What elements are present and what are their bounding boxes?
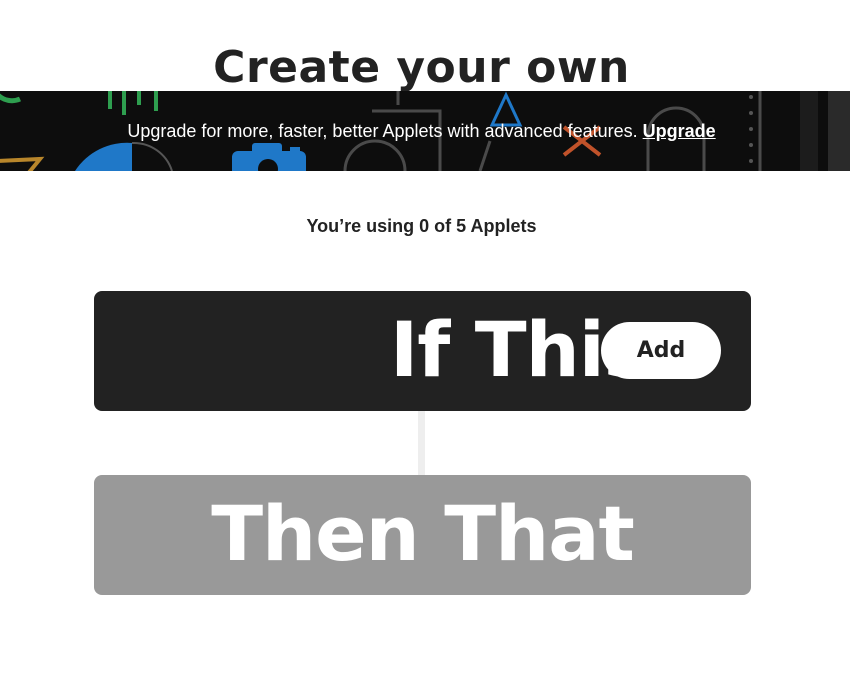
add-trigger-button[interactable]: Add bbox=[601, 322, 721, 379]
if-this-block[interactable]: If This Add bbox=[94, 291, 751, 411]
applet-usage-text: You’re using 0 of 5 Applets bbox=[306, 216, 537, 236]
connector-line bbox=[418, 411, 425, 475]
upgrade-link[interactable]: Upgrade bbox=[643, 121, 716, 142]
then-that-label: Then That bbox=[211, 489, 635, 578]
upgrade-banner: Upgrade for more, faster, better Applets… bbox=[0, 91, 850, 171]
banner-text: Upgrade for more, faster, better Applets… bbox=[0, 91, 843, 171]
then-that-block: Then That bbox=[94, 475, 751, 595]
banner-message: Upgrade for more, faster, better Applets… bbox=[127, 120, 638, 141]
create-applet-page: Create your own Upgrade for more, faster… bbox=[0, 0, 850, 679]
page-title: Create your own bbox=[213, 42, 630, 94]
